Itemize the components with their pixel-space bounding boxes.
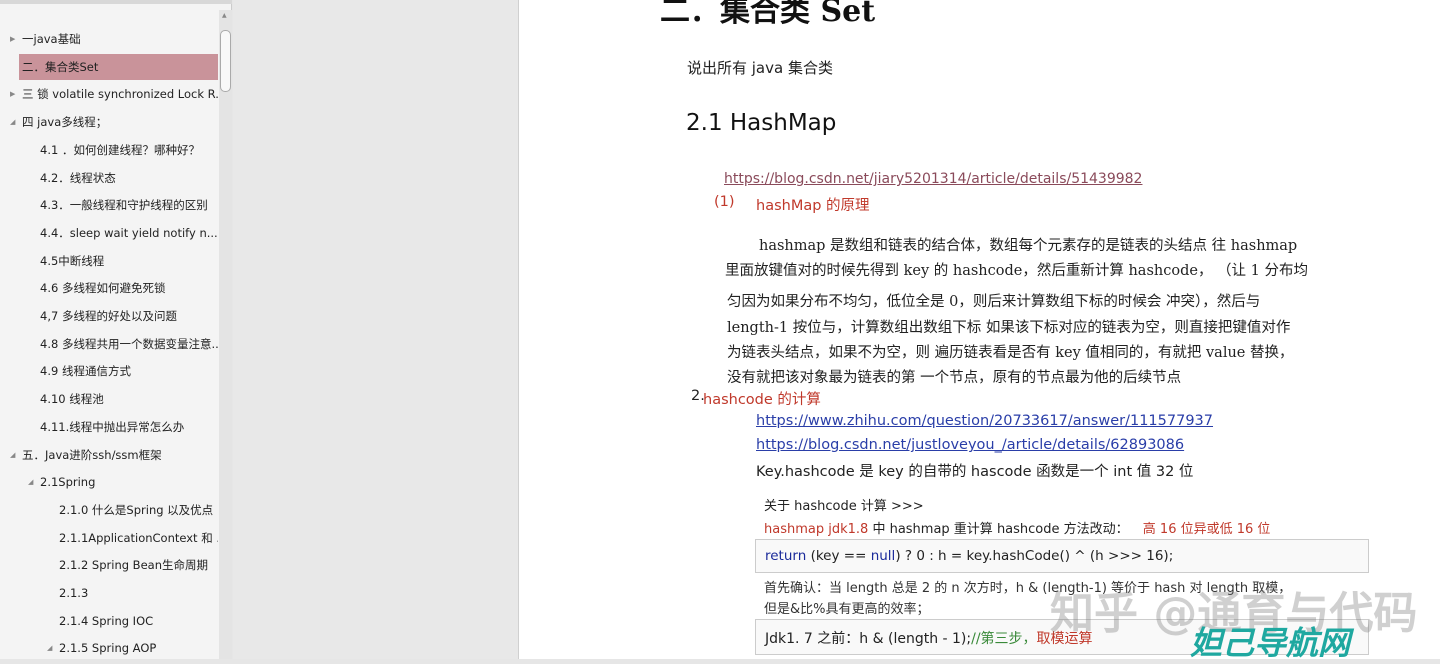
outline-item[interactable]: 2.1.2 Spring Bean生命周期 — [0, 552, 218, 578]
site-watermark-logo: 妲己导航网 — [1190, 624, 1351, 662]
outline-item-label: 四 java多线程； — [22, 115, 108, 130]
outline-item[interactable]: 4.3．一般线程和守护线程的区别 — [0, 192, 218, 218]
code-text: ) ? 0 : h = key.hashCode() ^ (h >>> 16); — [895, 548, 1174, 564]
outline-item[interactable]: 2.1.3 — [0, 580, 218, 606]
outline-item-label: 4.10 线程池 — [40, 392, 104, 407]
zhihu-link[interactable]: https://www.zhihu.com/question/20733617/… — [756, 413, 1213, 429]
outline-item-label: 二．集合类Set — [22, 59, 99, 74]
outline-item[interactable]: 4.4．sleep wait yield notify n... — [0, 220, 218, 246]
jdk18-label: hashmap jdk1.8 — [764, 522, 869, 537]
csdn-link-2[interactable]: https://blog.csdn.net/justloveyou_/artic… — [756, 437, 1184, 453]
outline-item[interactable]: 4.1 ．如何创建线程？哪种好？ — [0, 137, 218, 163]
outline-item[interactable]: ◢ 2.1Spring — [0, 469, 218, 495]
outline-item-label: 4.2．线程状态 — [40, 170, 116, 185]
outline-item[interactable]: 2.1.4 Spring IOC — [0, 608, 218, 634]
jdk18-text: 中 hashmap 重计算 hashcode 方法改动： — [868, 522, 1129, 537]
hashmap-paragraph-line: 为链表头结点，如果不为空，则 遍历链表看是否有 key 值相同的，有就把 val… — [727, 345, 1294, 361]
code-text: Jdk1. 7 之前：h & (length - 1); — [765, 631, 972, 647]
outline-item[interactable]: ◢ 2.1.5 Spring AOP — [0, 635, 218, 661]
outline-item-label: 4.8 多线程共用一个数据变量注意... — [40, 336, 218, 351]
outline-item-label: 4.11.线程中抛出异常怎么办 — [40, 419, 185, 434]
outline-item[interactable]: 4.6 多线程如何避免死锁 — [0, 275, 218, 301]
outline-item[interactable]: 2.1.1ApplicationContext 和 ... — [0, 525, 218, 551]
section-heading: 二．集合类 Set — [660, 0, 876, 29]
intro-text: 说出所有 java 集合类 — [687, 59, 833, 77]
expanded-triangle-icon[interactable]: ◢ — [10, 442, 15, 468]
sec1-number: (1) — [714, 194, 735, 210]
outline-item-label: 4.4．sleep wait yield notify n... — [40, 225, 218, 240]
code-block-1: return (key == null) ? 0 : h = key.hashC… — [755, 539, 1369, 573]
about-hashcode: 关于 hashcode 计算 >>> — [764, 499, 924, 514]
outline-item-label: 2.1.0 什么是Spring 以及优点 — [59, 502, 214, 517]
outline-item[interactable]: 2.1.0 什么是Spring 以及优点 — [0, 497, 218, 523]
collapsed-triangle-icon[interactable]: ▶ — [10, 26, 15, 52]
sidebar-top-border — [0, 0, 232, 4]
outline-item[interactable]: 4.9 线程通信方式 — [0, 358, 218, 384]
outline-item[interactable]: ▶ 一java基础 — [0, 26, 218, 52]
outline-item-label: 三 锁 volatile synchronized Lock R... — [22, 87, 218, 102]
outline-item-label: 2.1Spring — [40, 475, 96, 490]
subsection-heading: 2.1 HashMap — [686, 110, 837, 136]
jdk18-highlight: 高 16 位异或低 16 位 — [1142, 522, 1271, 537]
expanded-triangle-icon[interactable]: ◢ — [10, 109, 15, 135]
outline-item[interactable]: ▶ 三 锁 volatile synchronized Lock R... — [0, 81, 218, 107]
viewer-background — [233, 0, 518, 659]
hashmap-paragraph-line: length-1 按位与，计算数组出数组下标 如果该下标对应的链表为空，则直接把… — [727, 320, 1291, 336]
confirm-line-2: 但是&比%具有更高的效率； — [764, 602, 930, 617]
sec1-title: hashMap 的原理 — [756, 198, 870, 214]
code-text: (key == — [806, 548, 871, 564]
collapsed-triangle-icon[interactable]: ▶ — [10, 81, 15, 107]
sidebar-scrollbar[interactable]: ▲ — [219, 10, 232, 659]
outline-item[interactable]: 4.11.线程中抛出异常怎么办 — [0, 414, 218, 440]
outline-item-label: 4,7 多线程的好处以及问题 — [40, 309, 177, 323]
sec2-title: hashcode 的计算 — [703, 392, 821, 408]
outline-item-label: 2.1.5 Spring AOP — [59, 641, 157, 656]
expanded-triangle-icon[interactable]: ◢ — [47, 635, 52, 661]
outline-item[interactable]: 4,7 多线程的好处以及问题 — [0, 303, 218, 329]
outline-item-label: 4.9 线程通信方式 — [40, 364, 131, 379]
hashmap-paragraph-line: hashmap 是数组和链表的结合体，数组每个元素存的是链表的头结点 往 has… — [759, 238, 1298, 254]
outline-item-label: 4.5中断线程 — [40, 253, 105, 268]
code-comment: //第三步， — [971, 631, 1037, 647]
outline-item-label: 4.6 多线程如何避免死锁 — [40, 281, 166, 296]
outline-item[interactable]: ◢ 五．Java进阶ssh/ssm框架 — [0, 442, 218, 468]
outline-sidebar: ▶ 一java基础 ▶二．集合类Set▶ 三 锁 volatile synchroni… — [0, 0, 232, 659]
outline-item[interactable]: 4.2．线程状态 — [0, 165, 218, 191]
outline-item[interactable]: 4.5中断线程 — [0, 248, 218, 274]
outline-item-label: 4.3．一般线程和守护线程的区别 — [40, 198, 208, 213]
outline-item-label: 4.1 ．如何创建线程？哪种好？ — [40, 142, 200, 157]
hashmap-paragraph-line: 没有就把该对象最为链表的第 一个节点，原有的节点最为他的后续节点 — [727, 370, 1182, 386]
outline-item-label: 五．Java进阶ssh/ssm框架 — [22, 447, 162, 462]
scrollbar-thumb[interactable] — [220, 30, 231, 92]
code-keyword-return: return — [765, 548, 807, 564]
csdn-link-1[interactable]: https://blog.csdn.net/jiary5201314/artic… — [724, 171, 1142, 187]
outline-item-label: 2.1.4 Spring IOC — [59, 613, 154, 628]
outline-item-label: 2.1.1ApplicationContext 和 ... — [59, 530, 218, 545]
scroll-up-arrow-icon[interactable]: ▲ — [222, 12, 227, 19]
outline-item[interactable]: ◢ 四 java多线程； — [0, 109, 218, 135]
hashmap-paragraph-line: 里面放键值对的时候先得到 key 的 hashcode，然后重新计算 hashc… — [725, 263, 1308, 279]
outline-item-label: 一java基础 — [22, 32, 81, 46]
expanded-triangle-icon[interactable]: ◢ — [28, 469, 33, 495]
outline-item[interactable]: ▶二．集合类Set — [19, 53, 218, 80]
outline-item[interactable]: 4.10 线程池 — [0, 386, 218, 412]
key-hashcode-text: Key.hashcode 是 key 的自带的 hascode 函数是一个 in… — [756, 464, 1194, 480]
outline-item-label: 2.1.2 Spring Bean生命周期 — [59, 558, 208, 573]
hashmap-paragraph-line: 匀因为如果分布不均匀，低位全是 0，则后来计算数组下标的时候会 冲突），然后与 — [727, 294, 1261, 310]
outline-item[interactable]: 4.8 多线程共用一个数据变量注意... — [0, 331, 218, 357]
outline-item-label: 2.1.3 — [59, 586, 89, 600]
code-keyword-null: null — [870, 548, 896, 564]
